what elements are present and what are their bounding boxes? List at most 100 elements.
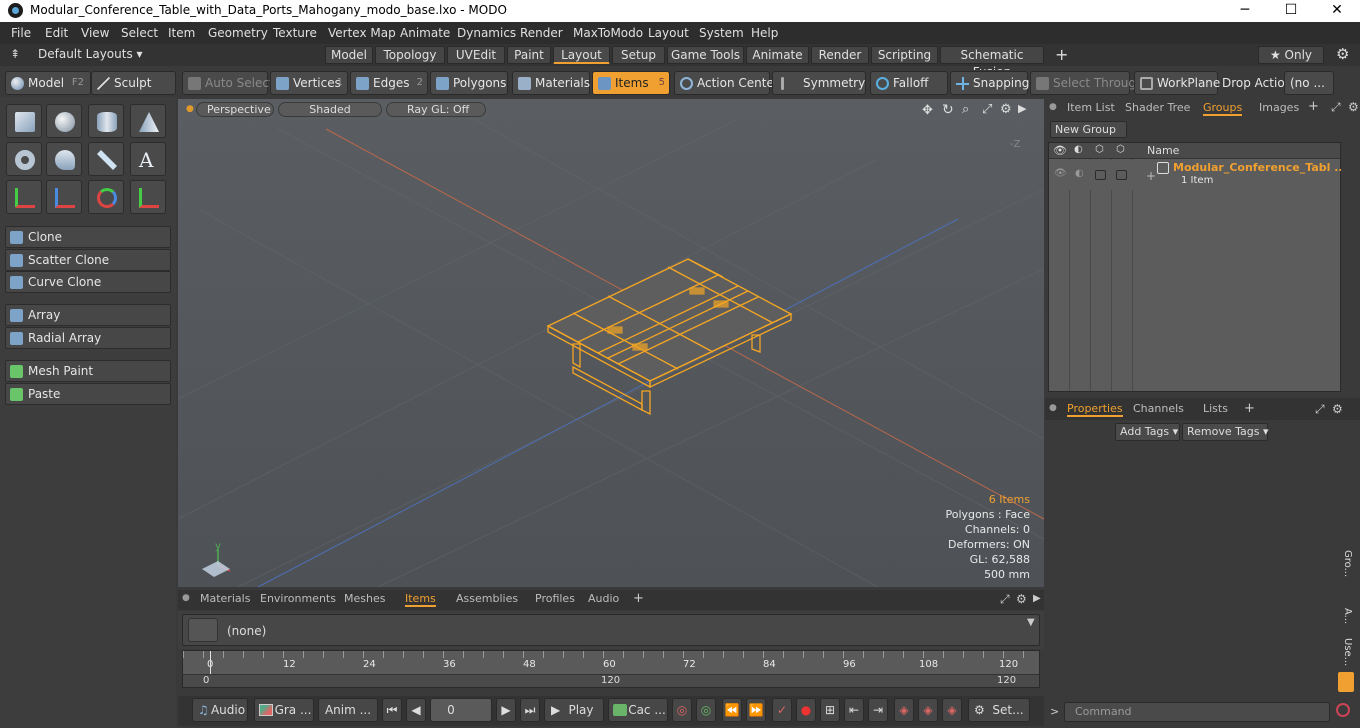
add-tab-icon[interactable]: +	[1308, 99, 1319, 114]
add-tab-icon[interactable]: +	[1244, 401, 1255, 416]
side-tab-groups[interactable]: Gro...	[1342, 550, 1353, 577]
scale-tool-button[interactable]	[130, 180, 166, 214]
paste-button[interactable]: Paste	[5, 383, 171, 405]
transform-tool-button[interactable]	[46, 180, 82, 214]
menu-geometry[interactable]: Geometry	[208, 26, 268, 40]
delete-key-button[interactable]: ◈	[894, 698, 914, 722]
menu-item[interactable]: Item	[168, 26, 195, 40]
tab-audio[interactable]: Audio	[588, 592, 619, 605]
minimize-button[interactable]: ─	[1222, 0, 1268, 22]
falloff-button[interactable]: Falloff	[870, 71, 948, 95]
side-tab-use[interactable]: Use...	[1342, 638, 1353, 666]
command-history-icon[interactable]	[1336, 703, 1350, 717]
playhead[interactable]	[210, 651, 211, 675]
tab-item-list[interactable]: Item List	[1067, 101, 1115, 114]
go-start-button[interactable]: ⏮	[382, 698, 402, 722]
render-toggle-icon[interactable]: ◐	[1075, 168, 1084, 179]
next-key-button[interactable]: ▶	[496, 698, 516, 722]
auto-key-mode-button[interactable]: ⊞	[820, 698, 840, 722]
menu-texture[interactable]: Texture	[273, 26, 317, 40]
tab-topology[interactable]: Topology	[375, 46, 445, 64]
tab-setup[interactable]: Setup	[612, 46, 665, 64]
viewport-settings-icon[interactable]: ⚙	[1000, 102, 1012, 117]
scatter-clone-button[interactable]: Scatter Clone	[5, 249, 171, 271]
menu-view[interactable]: View	[81, 26, 109, 40]
mesh-paint-button[interactable]: Mesh Paint	[5, 360, 171, 382]
move-tool-button[interactable]	[6, 180, 42, 214]
settings-button[interactable]: ⚙ Set...	[968, 698, 1030, 722]
add-tab-button[interactable]: +	[1055, 45, 1068, 64]
remove-tags-dropdown[interactable]: Remove Tags ▾	[1182, 423, 1269, 441]
tab-animate[interactable]: Animate	[746, 46, 809, 64]
tab-schematic-fusion[interactable]: Schematic Fusion	[940, 46, 1044, 79]
cylinder-primitive-button[interactable]	[88, 104, 124, 138]
reset-keys-button[interactable]: ◈	[942, 698, 962, 722]
prev-keyframe-button[interactable]: ⏪	[722, 698, 742, 722]
clone-button[interactable]: Clone	[5, 226, 171, 248]
shaded-dropdown[interactable]: Shaded	[278, 102, 382, 117]
panel-menu-icon[interactable]: ●	[1049, 403, 1057, 413]
tab-environments[interactable]: Environments	[260, 592, 336, 605]
animation-dropdown[interactable]: Anim ...	[318, 698, 378, 722]
tab-meshes[interactable]: Meshes	[344, 592, 385, 605]
vertices-button[interactable]: Vertices 1	[270, 71, 348, 95]
snapping-button[interactable]: Snapping	[950, 71, 1029, 95]
viewport-more-icon[interactable]: ▶	[1018, 102, 1026, 115]
tab-lists[interactable]: Lists	[1203, 402, 1228, 415]
next-keyframe-button[interactable]: ⏩	[746, 698, 766, 722]
play-button[interactable]: ▶ Play	[544, 698, 604, 722]
audio-button[interactable]: ♫ Audio	[192, 698, 248, 722]
radial-array-button[interactable]: Radial Array	[5, 327, 171, 349]
tab-groups[interactable]: Groups	[1203, 101, 1243, 116]
menu-dynamics[interactable]: Dynamics	[457, 26, 516, 40]
viewport-menu-dot-icon[interactable]: ●	[186, 104, 194, 114]
workplane-button[interactable]: WorkPlane	[1134, 71, 1220, 95]
next-range-button[interactable]: ⇥	[868, 698, 888, 722]
add-tab-icon[interactable]: +	[633, 591, 644, 606]
side-tab-active[interactable]	[1338, 672, 1354, 692]
tab-assemblies[interactable]: Assemblies	[456, 592, 518, 605]
tab-channels[interactable]: Channels	[1133, 402, 1184, 415]
tab-materials[interactable]: Materials	[200, 592, 250, 605]
go-end-button[interactable]: ⏭	[520, 698, 540, 722]
zoom-icon[interactable]: ⌕	[962, 102, 969, 117]
array-button[interactable]: Array	[5, 304, 171, 326]
cone-primitive-button[interactable]	[130, 104, 166, 138]
torus-primitive-button[interactable]	[6, 142, 42, 176]
raygl-toggle[interactable]: Ray GL: Off	[386, 102, 486, 117]
panel-more-icon[interactable]: ▶	[1033, 593, 1041, 604]
maximize-button[interactable]: ☐	[1268, 0, 1314, 22]
group-row[interactable]: 👁 ◐ + Modular_Conference_Tabl ... 1 Item	[1049, 160, 1347, 190]
orbit-icon[interactable]: ↻	[942, 102, 954, 118]
menu-select[interactable]: Select	[121, 26, 158, 40]
cache-button[interactable]: Cac ...	[608, 698, 668, 722]
curve-clone-button[interactable]: Curve Clone	[5, 271, 171, 293]
menu-layout[interactable]: Layout	[648, 26, 689, 40]
record-button[interactable]: ●	[796, 698, 816, 722]
key-button[interactable]: ✓	[772, 698, 792, 722]
menu-vertex-map[interactable]: Vertex Map	[328, 26, 396, 40]
visibility-eye-icon[interactable]: 👁	[1054, 168, 1067, 179]
drop-action-dropdown[interactable]: (no ...	[1284, 71, 1334, 95]
expand-panel-icon[interactable]: ⤢	[1000, 592, 1010, 607]
tab-properties[interactable]: Properties	[1067, 402, 1123, 417]
lock-checkbox[interactable]	[1095, 170, 1106, 180]
tab-paint[interactable]: Paint	[507, 46, 551, 64]
tab-render[interactable]: Render	[811, 46, 869, 64]
action-center-button[interactable]: Action Center	[674, 71, 779, 95]
rotate-tool-button[interactable]	[88, 180, 124, 214]
tab-images[interactable]: Images	[1259, 101, 1299, 114]
timeline[interactable]: 0 12 24 36 48 60 72 84 96 108 120 0 120 …	[182, 650, 1040, 688]
panel-settings-icon[interactable]: ⚙	[1016, 592, 1027, 606]
range-bar[interactable]: 0 120 120	[183, 674, 1039, 687]
maximize-viewport-icon[interactable]: ⤢	[982, 102, 992, 117]
items-button[interactable]: Items 5	[592, 71, 670, 95]
item-selector[interactable]: (none) ▼	[182, 614, 1040, 646]
edges-button[interactable]: Edges 2	[350, 71, 428, 95]
expand-icon[interactable]: +	[1146, 169, 1156, 183]
menu-render[interactable]: Render	[520, 26, 563, 40]
select-through-button[interactable]: Select Through	[1030, 71, 1144, 95]
pen-tool-button[interactable]	[88, 142, 124, 176]
menu-help[interactable]: Help	[751, 26, 778, 40]
capsule-primitive-button[interactable]	[46, 142, 82, 176]
